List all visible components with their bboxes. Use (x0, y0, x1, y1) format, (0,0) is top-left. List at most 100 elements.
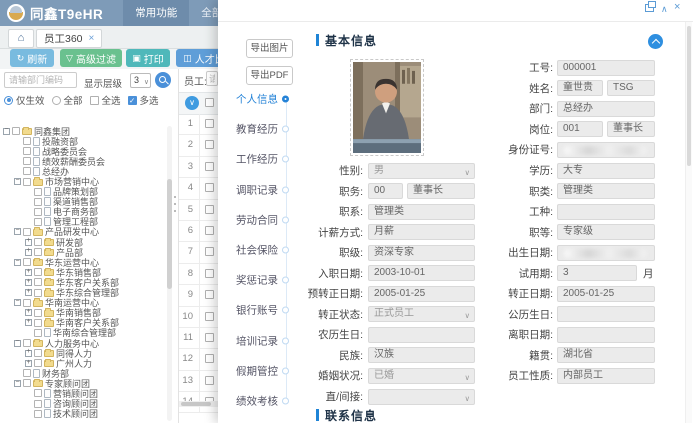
tree-node-checkbox[interactable] (23, 369, 31, 377)
marital-status-select[interactable]: 已婚 (368, 368, 475, 384)
solar-birthday-field[interactable] (557, 306, 655, 322)
name-field[interactable]: 童世贵 (557, 80, 603, 96)
drawer-scrollbar-thumb[interactable] (687, 26, 691, 166)
employee-row[interactable]: 9 (179, 285, 219, 306)
tree-node-checkbox[interactable] (34, 208, 42, 216)
tree-node-checkbox[interactable] (34, 268, 42, 276)
detail-nav-item[interactable]: 社会保险 (218, 235, 290, 265)
tab-close-icon[interactable]: × (89, 33, 95, 44)
tree-node-checkbox[interactable] (23, 167, 31, 175)
lunar-birthday-field[interactable] (368, 327, 475, 343)
tree-node[interactable]: 广州人力 (3, 358, 165, 368)
detail-nav-item[interactable]: 调职记录 (218, 175, 290, 205)
pre-regular-date-field[interactable]: 2005-01-25 (368, 286, 475, 302)
tree-node-checkbox[interactable] (34, 248, 42, 256)
window-close-icon[interactable]: × (674, 2, 680, 12)
probation-field[interactable]: 3 (557, 265, 637, 281)
tree-node-checkbox[interactable] (34, 400, 42, 408)
tree-node-checkbox[interactable] (34, 238, 42, 246)
tree-node-checkbox[interactable] (12, 127, 20, 135)
tree-node-checkbox[interactable] (34, 349, 42, 357)
row-checkbox[interactable] (205, 119, 214, 128)
detail-nav-item[interactable]: 教育经历 (218, 114, 290, 144)
tree-node[interactable]: 同鑫集团 (3, 126, 165, 136)
tree-node[interactable]: 绩效薪酬委员会 (3, 156, 165, 166)
regular-status-select[interactable]: 正式员工 (368, 306, 475, 322)
employee-row[interactable]: 2 (179, 135, 219, 156)
grid-hscrollbar-thumb[interactable] (181, 402, 211, 406)
employee-row[interactable]: 7 (179, 242, 219, 263)
tree-node-checkbox[interactable] (23, 157, 31, 165)
tree-node-checkbox[interactable] (23, 228, 31, 236)
tree-node-checkbox[interactable] (23, 178, 31, 186)
resign-date-field[interactable] (557, 327, 655, 343)
tab-employee-360[interactable]: 员工360 × (36, 29, 102, 48)
row-checkbox[interactable] (205, 183, 214, 192)
name-abbr-field[interactable]: TSG (607, 80, 655, 96)
duty-code-field[interactable]: 00 (368, 183, 403, 199)
row-checkbox[interactable] (205, 376, 214, 385)
tree-node-checkbox[interactable] (34, 359, 42, 367)
detail-nav-item[interactable]: 绩效考核 (218, 386, 290, 416)
tree-toggle-icon[interactable] (25, 279, 32, 286)
detail-nav-item[interactable]: 假期管控 (218, 356, 290, 386)
employee-row[interactable]: 12 (179, 349, 219, 370)
tree-node-checkbox[interactable] (34, 389, 42, 397)
row-checkbox[interactable] (205, 333, 214, 342)
all-radio[interactable] (52, 96, 61, 105)
tree-node-checkbox[interactable] (34, 319, 42, 327)
tree-node-checkbox[interactable] (34, 329, 42, 337)
tree-toggle-icon[interactable] (25, 350, 32, 357)
tree-node-checkbox[interactable] (34, 198, 42, 206)
print-button[interactable]: ▣打印 (126, 49, 170, 67)
detail-nav-item[interactable]: 个人信息 (218, 84, 290, 114)
home-tab[interactable]: ⌂ (8, 29, 34, 48)
window-collapse-icon[interactable]: ∧ (661, 4, 668, 14)
display-level-select[interactable]: 3 (130, 73, 151, 88)
position-code-field[interactable]: 001 (557, 121, 603, 137)
tree-toggle-icon[interactable] (25, 269, 32, 276)
id-number-field[interactable] (557, 142, 655, 158)
select-all-checkbox[interactable] (90, 96, 99, 105)
grid-hscrollbar[interactable] (179, 401, 219, 407)
employee-row[interactable]: 4 (179, 178, 219, 199)
quick-search-button[interactable] (155, 72, 171, 88)
detail-nav-item[interactable]: 奖惩记录 (218, 265, 290, 295)
tree-node[interactable]: 研发部 (3, 237, 165, 247)
export-pdf-button[interactable]: 导出PDF (246, 66, 293, 85)
native-place-field[interactable]: 湖北省 (557, 347, 655, 363)
hire-date-field[interactable]: 2003-10-01 (368, 265, 475, 281)
tree-toggle-icon[interactable] (25, 289, 32, 296)
tree-toggle-icon[interactable] (14, 178, 21, 185)
tree-node-checkbox[interactable] (34, 289, 42, 297)
employee-row[interactable]: 5 (179, 200, 219, 221)
employee-row[interactable]: 6 (179, 221, 219, 242)
education-field[interactable]: 大专 (557, 163, 655, 179)
tree-node-checkbox[interactable] (23, 339, 31, 347)
tree-node-checkbox[interactable] (23, 299, 31, 307)
tree-toggle-icon[interactable] (14, 299, 21, 306)
grid-expand-icon[interactable]: ∨ (185, 96, 199, 110)
emp-no-field[interactable]: 000001 (557, 60, 655, 76)
pay-method-field[interactable]: 月薪 (368, 224, 475, 240)
tree-node-checkbox[interactable] (34, 309, 42, 317)
tree-toggle-icon[interactable] (25, 360, 32, 367)
tree-node[interactable]: 产品研发中心 (3, 227, 165, 237)
row-checkbox[interactable] (205, 247, 214, 256)
section-collapse-button[interactable] (648, 34, 663, 49)
tree-node[interactable]: 技术顾问团 (3, 409, 165, 419)
tree-toggle-icon[interactable] (14, 259, 21, 266)
job-series-field[interactable]: 管理类 (368, 204, 475, 220)
tree-toggle-icon[interactable] (25, 319, 32, 326)
grid-select-all-checkbox[interactable] (205, 98, 214, 107)
tree-node-checkbox[interactable] (23, 147, 31, 155)
detail-nav-item[interactable]: 培训记录 (218, 326, 290, 356)
row-checkbox[interactable] (205, 226, 214, 235)
employee-row[interactable]: 3 (179, 157, 219, 178)
refresh-button[interactable]: ↻刷新 (10, 49, 54, 67)
duty-field[interactable]: 董事长 (407, 183, 475, 199)
tree-toggle-icon[interactable] (25, 309, 32, 316)
employee-row[interactable]: 11 (179, 328, 219, 349)
gender-select[interactable]: 男 (368, 163, 475, 179)
employee-row[interactable]: 8 (179, 264, 219, 285)
